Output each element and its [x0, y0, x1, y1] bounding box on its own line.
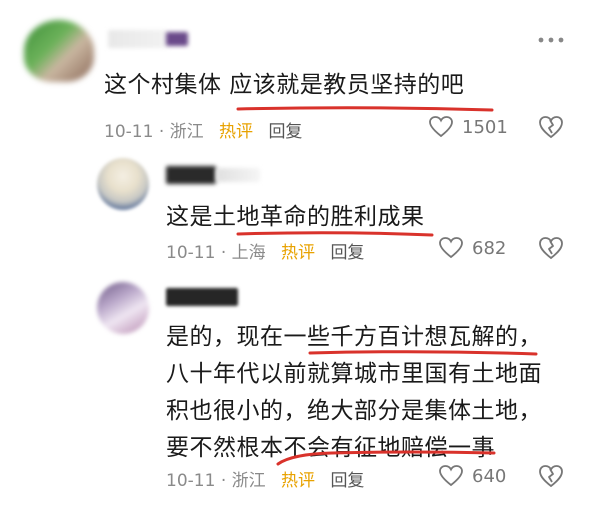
comment-meta: 10-11 · 浙江 热评 回复 [104, 117, 302, 142]
heart-icon [429, 116, 453, 138]
comment-text: 这个村集体 应该就是教员坚持的吧 [104, 72, 465, 98]
comment-location: 上海 [231, 243, 266, 263]
meta-separator: · [158, 122, 165, 142]
comment-line: 积也很小的，绝大部分是集体土地， [166, 398, 542, 424]
dislike-icon[interactable] [538, 235, 564, 261]
username[interactable] [166, 166, 216, 184]
comment-meta: 10-11 · 浙江 热评 回复 [166, 466, 364, 491]
reply-button[interactable]: 回复 [268, 122, 302, 142]
highlight-underline [236, 106, 494, 112]
hot-badge: 热评 [281, 471, 316, 491]
comment-meta: 10-11 · 上海 热评 回复 [166, 238, 364, 263]
like-count: 1501 [462, 116, 508, 138]
comment-date: 10-11 [166, 243, 216, 263]
avatar[interactable] [97, 158, 149, 210]
meta-separator: · [220, 471, 227, 491]
comment-location: 浙江 [231, 471, 266, 491]
like-button[interactable]: 640 [438, 464, 506, 488]
comment-date: 10-11 [104, 122, 154, 142]
like-button[interactable]: 682 [438, 236, 506, 260]
heart-icon [439, 465, 463, 487]
meta-separator: · [220, 243, 227, 263]
hot-badge: 热评 [281, 243, 316, 263]
comment-date: 10-11 [166, 471, 216, 491]
reply-button[interactable]: 回复 [330, 243, 364, 263]
comment-location: 浙江 [169, 122, 204, 142]
heart-icon [439, 237, 463, 259]
username[interactable] [108, 30, 168, 48]
dislike-icon[interactable] [538, 114, 564, 140]
avatar[interactable] [24, 20, 94, 82]
username[interactable] [166, 288, 238, 306]
like-button[interactable]: 1501 [428, 115, 508, 139]
comment-line: 八十年代以前就算城市里国有土地面 [166, 361, 542, 387]
reply-button[interactable]: 回复 [330, 471, 364, 491]
like-count: 682 [472, 237, 507, 259]
dislike-icon[interactable] [538, 463, 564, 489]
hot-badge: 热评 [219, 122, 254, 142]
username-badge [166, 32, 188, 46]
avatar[interactable] [97, 282, 149, 334]
like-count: 640 [472, 465, 507, 487]
username-tail [216, 168, 260, 182]
highlight-underline [308, 350, 538, 356]
more-dots-icon[interactable] [536, 30, 566, 50]
